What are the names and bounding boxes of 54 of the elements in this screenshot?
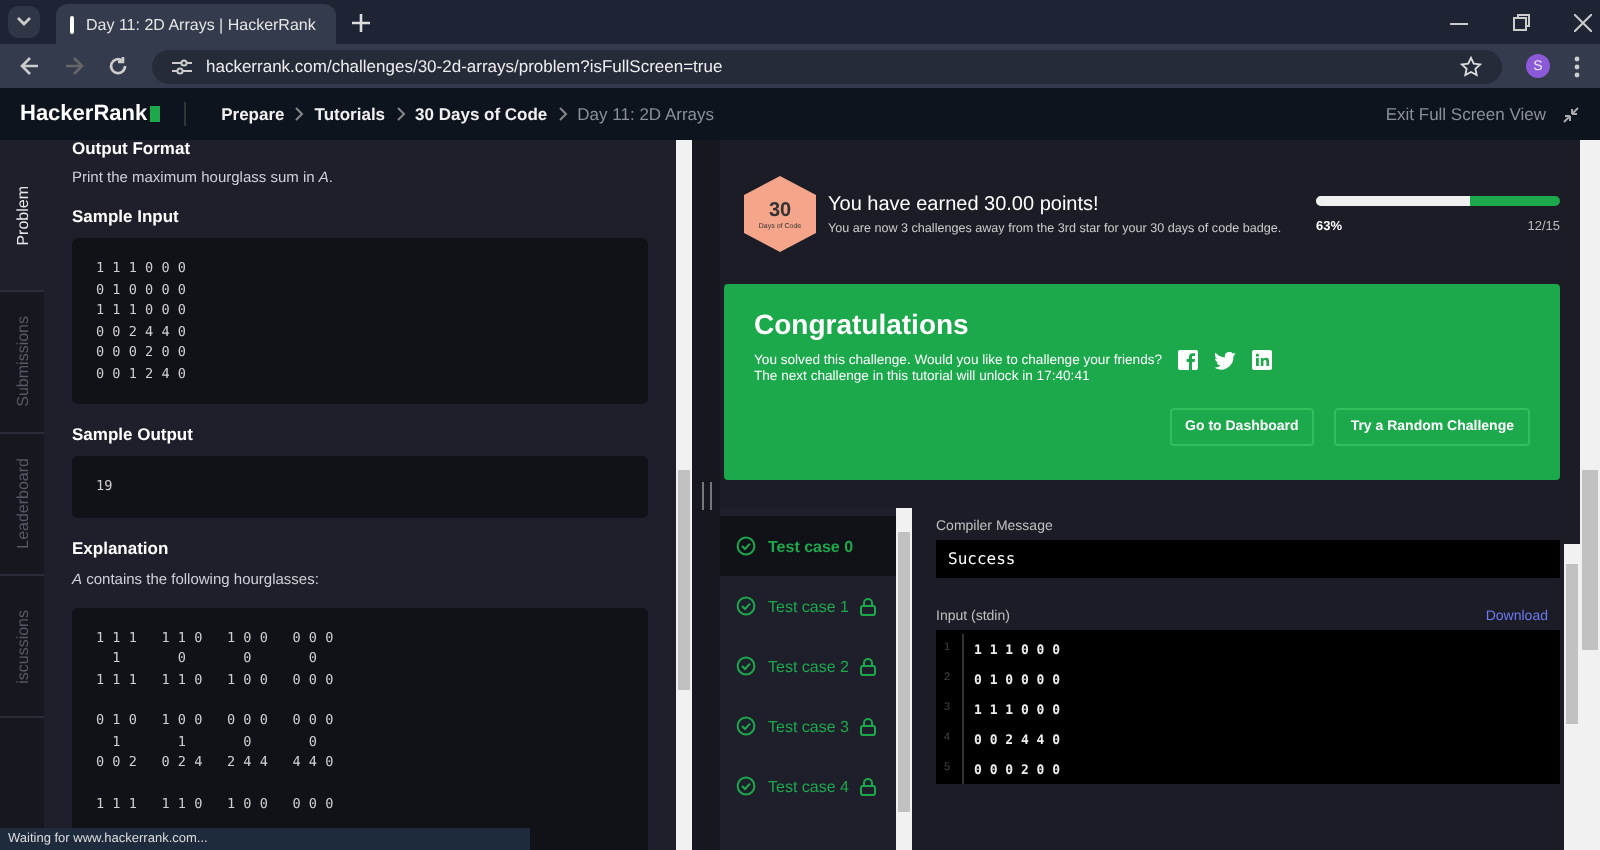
facebook-icon[interactable]	[1178, 350, 1199, 370]
lock-icon	[860, 657, 877, 675]
tab-list-button[interactable]	[8, 6, 40, 38]
resize-handle[interactable]	[701, 481, 711, 509]
browser-tab[interactable]: Day 11: 2D Arrays | HackerRank	[56, 4, 336, 44]
scrollbar[interactable]	[1580, 140, 1600, 850]
check-circle-icon	[736, 656, 756, 676]
section-heading: Sample Input	[72, 206, 181, 226]
check-circle-icon	[736, 536, 756, 556]
points-title: You have earned 30.00 points!	[828, 193, 1101, 215]
test-case-tab[interactable]: Test case 1	[720, 576, 896, 636]
scrollbar[interactable]	[676, 140, 692, 850]
check-circle-icon	[736, 716, 756, 736]
section-heading: Sample Output	[72, 424, 195, 444]
lock-icon	[860, 717, 877, 735]
restore-icon[interactable]	[1512, 13, 1530, 31]
breadcrumb-link[interactable]: Prepare	[221, 104, 285, 124]
close-icon[interactable]	[1574, 13, 1592, 31]
tab-title: Day 11: 2D Arrays | HackerRank	[86, 15, 316, 33]
chevron-icon	[294, 106, 305, 122]
bird-icon[interactable]	[1214, 351, 1237, 369]
congratulations-title: Congratulations	[754, 308, 971, 340]
chevron-icon	[395, 106, 406, 122]
test-case-tab[interactable]: Test case 3	[720, 696, 896, 756]
check-circle-icon	[736, 596, 756, 616]
new-tab-icon[interactable]	[352, 13, 370, 31]
reload-icon[interactable]	[108, 56, 128, 76]
more-icon[interactable]	[1574, 55, 1580, 77]
section-heading: Explanation	[72, 537, 171, 557]
test-case-tab[interactable]: Test case 4	[720, 756, 896, 816]
lock-icon	[860, 777, 877, 795]
scrollbar[interactable]	[1564, 544, 1580, 850]
linkedin-icon[interactable]	[1252, 350, 1273, 370]
caret-icon	[16, 16, 32, 28]
test-case-tab[interactable]: Test case 0	[720, 516, 896, 576]
logo-square-icon	[149, 106, 160, 122]
side-tab[interactable]: Problem	[0, 140, 44, 292]
section-heading: Output Format	[72, 140, 193, 156]
check-circle-icon	[736, 776, 756, 796]
star-icon[interactable]	[1460, 55, 1482, 77]
exit-full-screen-link[interactable]: Exit Full Screen View	[1385, 104, 1546, 124]
collapse-icon[interactable]	[1562, 105, 1580, 123]
test-case-tab[interactable]: Test case 2	[720, 636, 896, 696]
site-settings-icon[interactable]	[172, 57, 192, 75]
site-logo[interactable]: HackerRank	[20, 102, 148, 126]
scrollbar[interactable]	[896, 508, 912, 850]
back-icon[interactable]	[20, 56, 40, 76]
breadcrumb-link[interactable]: Day 11: 2D Arrays	[577, 104, 715, 124]
breadcrumb-link[interactable]: Tutorials	[314, 104, 386, 124]
chevron-icon	[557, 106, 568, 122]
compiler-message-output: Success	[936, 540, 1560, 578]
lock-icon	[860, 597, 877, 615]
breadcrumb-link[interactable]: 30 Days of Code	[415, 104, 548, 124]
address-field[interactable]: hackerrank.com/challenges/30-2d-arrays/problem?isFullScreen=true	[152, 49, 1502, 83]
